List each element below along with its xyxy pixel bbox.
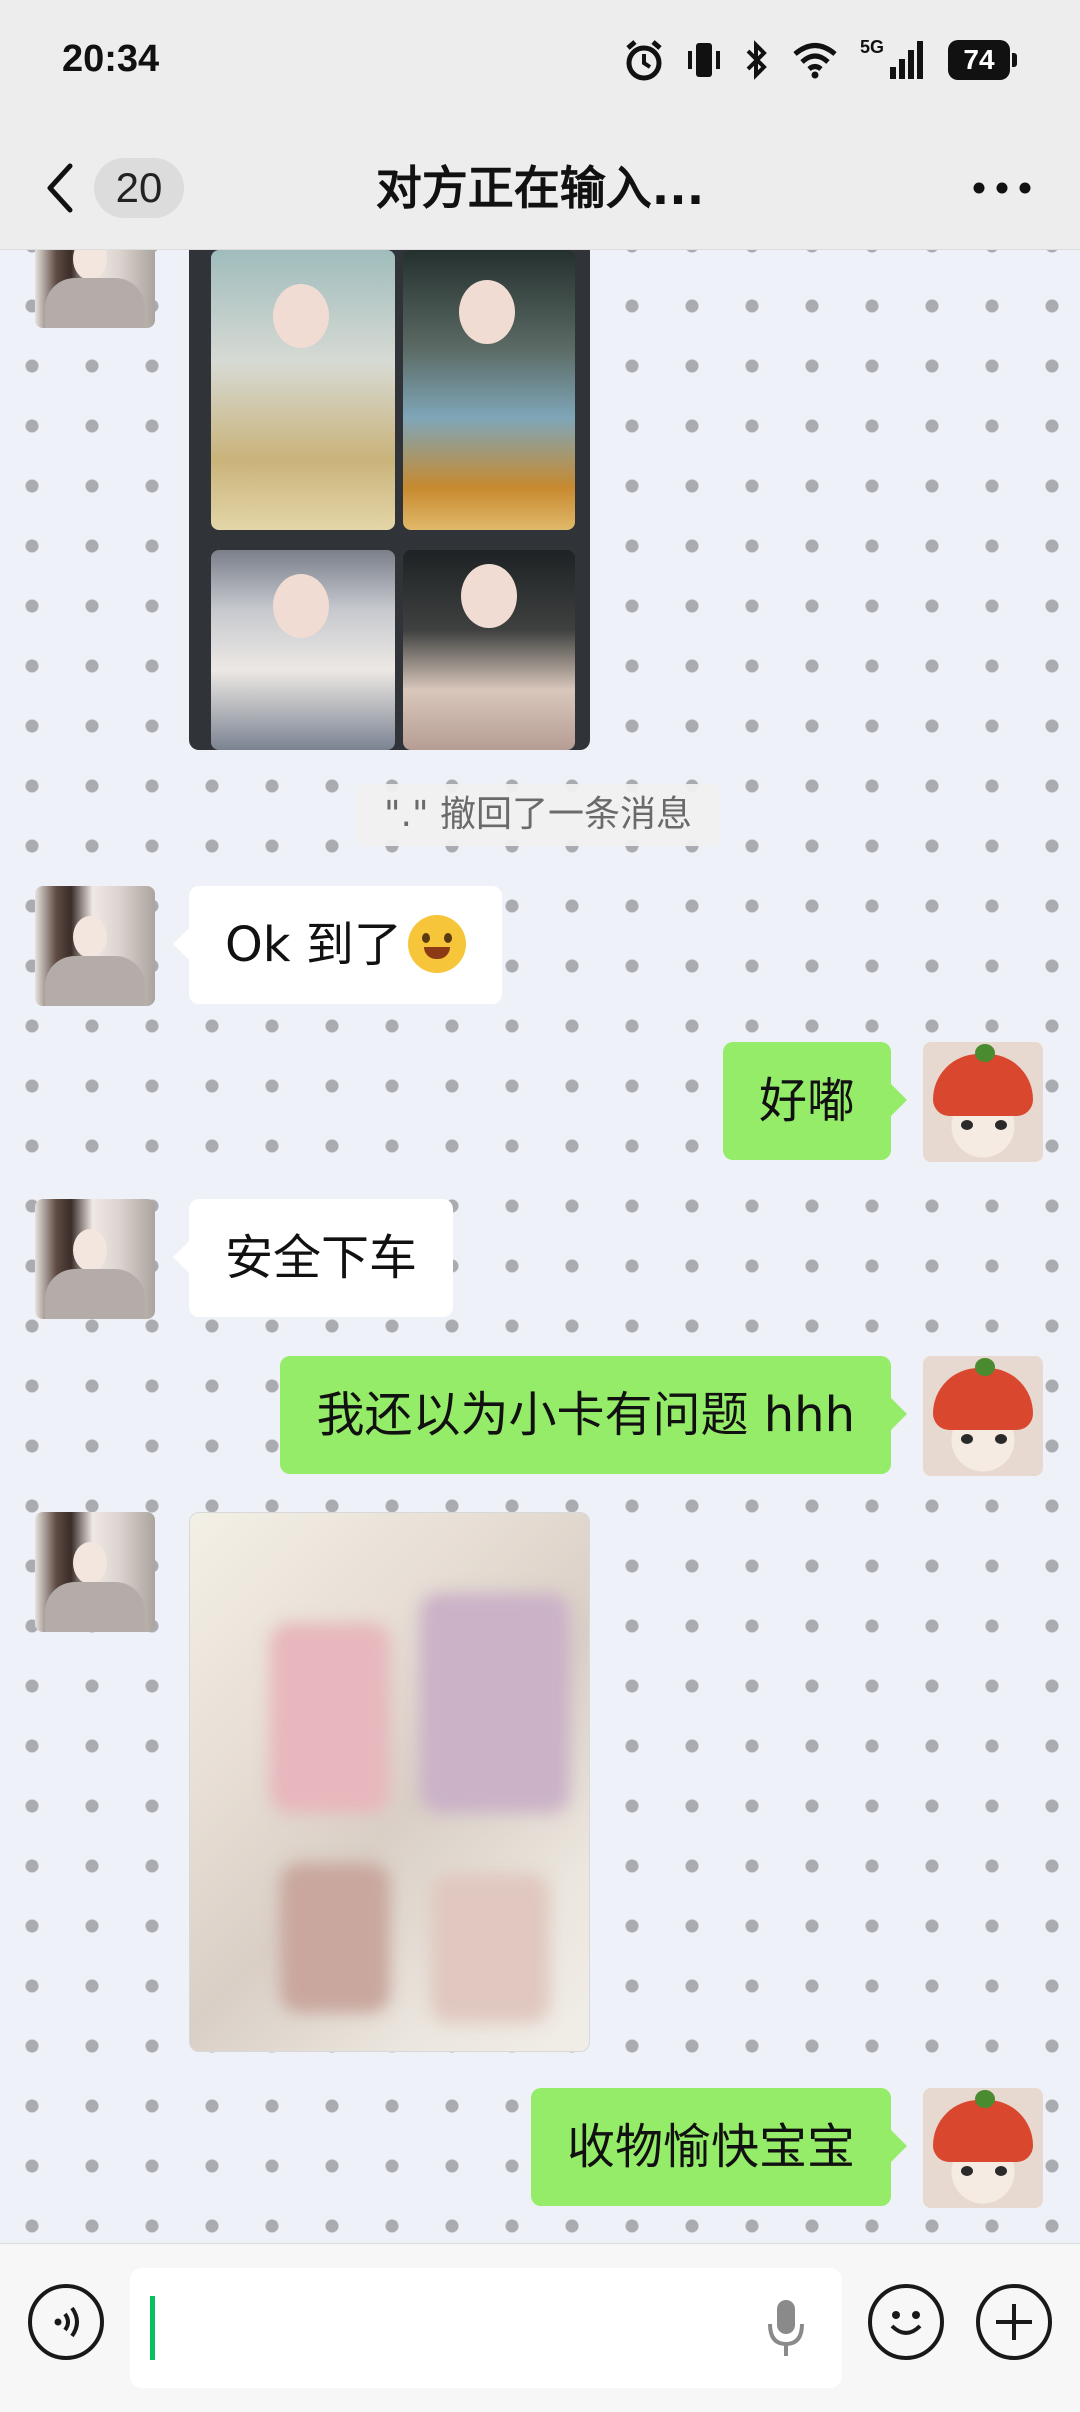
message-bubble-sent[interactable]: 我还以为小卡有问题 hhh xyxy=(280,1356,907,1474)
more-button[interactable] xyxy=(962,156,1042,220)
battery-icon: 74 xyxy=(948,40,1017,80)
more-dots-icon xyxy=(973,182,1031,194)
unread-count-badge: 20 xyxy=(94,158,184,218)
vibrate-icon xyxy=(688,43,720,77)
microphone-icon[interactable] xyxy=(764,2296,808,2360)
wifi-icon xyxy=(793,43,837,79)
bluetooth-icon xyxy=(746,40,767,80)
message-bubble-sent[interactable]: 收物愉快宝宝 xyxy=(530,2088,908,2206)
message-bubble-received[interactable]: 安全下车 xyxy=(172,1199,454,1317)
voice-mode-icon xyxy=(54,2306,79,2338)
contact-avatar[interactable] xyxy=(35,1199,155,1319)
my-avatar[interactable] xyxy=(923,2088,1043,2208)
back-button[interactable]: 20 xyxy=(40,148,184,228)
voice-mode-button[interactable] xyxy=(28,2284,104,2360)
image-message-photocards[interactable] xyxy=(189,250,590,750)
message-text: 收物愉快宝宝 xyxy=(566,2119,855,2175)
chat-messages[interactable]: "." 撤回了一条消息 Ok 到了 好嘟 安全下车 我还以为小卡有问题 hhh xyxy=(0,250,1080,2243)
status-time: 20:34 xyxy=(62,38,160,80)
signal-icon: 5G xyxy=(860,37,926,81)
message-bubble-sent[interactable]: 好嘟 xyxy=(722,1042,908,1160)
contact-avatar[interactable] xyxy=(35,1512,155,1632)
status-bar: 20:34 5G 74 xyxy=(0,0,1080,126)
message-input[interactable] xyxy=(130,2268,842,2388)
back-chevron-icon xyxy=(47,163,73,213)
message-text: Ok 到了 xyxy=(225,917,402,973)
message-bubble-received[interactable]: Ok 到了 xyxy=(173,886,502,1004)
plus-icon xyxy=(996,2304,1032,2340)
my-avatar[interactable] xyxy=(923,1356,1043,1476)
text-caret xyxy=(150,2296,155,2360)
more-actions-button[interactable] xyxy=(976,2284,1052,2360)
emoji-icon xyxy=(890,2311,922,2335)
alarm-icon xyxy=(626,40,662,81)
message-text: 安全下车 xyxy=(225,1230,418,1286)
contact-avatar[interactable] xyxy=(35,886,155,1006)
image-message-blurred[interactable] xyxy=(189,1512,590,2052)
message-text: 好嘟 xyxy=(758,1073,855,1129)
my-avatar[interactable] xyxy=(923,1042,1043,1162)
recall-notice: "." 撤回了一条消息 xyxy=(356,784,720,846)
emoji-button[interactable] xyxy=(868,2284,944,2360)
input-bar xyxy=(0,2243,1080,2412)
message-text: 我还以为小卡有问题 hhh xyxy=(316,1387,855,1443)
chat-header: 20 对方正在输入... xyxy=(0,126,1080,250)
contact-avatar[interactable] xyxy=(35,250,155,328)
status-icons: 5G 74 xyxy=(624,36,1017,84)
hugging-face-emoji-icon xyxy=(407,915,466,973)
